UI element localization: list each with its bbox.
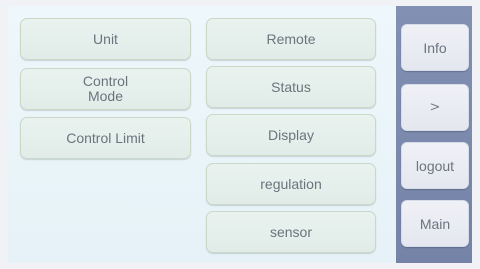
display-button[interactable]: Display xyxy=(206,114,376,156)
next-button[interactable]: > xyxy=(401,84,469,131)
control-limit-button[interactable]: Control Limit xyxy=(20,117,191,159)
chevron-right-icon: > xyxy=(429,100,441,115)
right-sidebar: Info > logout Main xyxy=(396,6,472,263)
status-button[interactable]: Status xyxy=(206,66,376,108)
sensor-button[interactable]: sensor xyxy=(206,211,376,253)
unit-button[interactable]: Unit xyxy=(20,18,191,60)
hmi-screen: Unit Control Mode Control Limit Remote S… xyxy=(0,0,480,269)
regulation-button[interactable]: regulation xyxy=(206,163,376,205)
info-button[interactable]: Info xyxy=(401,24,469,71)
control-mode-button[interactable]: Control Mode xyxy=(20,68,191,110)
main-button[interactable]: Main xyxy=(401,200,469,247)
menu-panel: Unit Control Mode Control Limit Remote S… xyxy=(8,6,396,263)
logout-button[interactable]: logout xyxy=(401,142,469,189)
remote-button[interactable]: Remote xyxy=(206,18,376,60)
